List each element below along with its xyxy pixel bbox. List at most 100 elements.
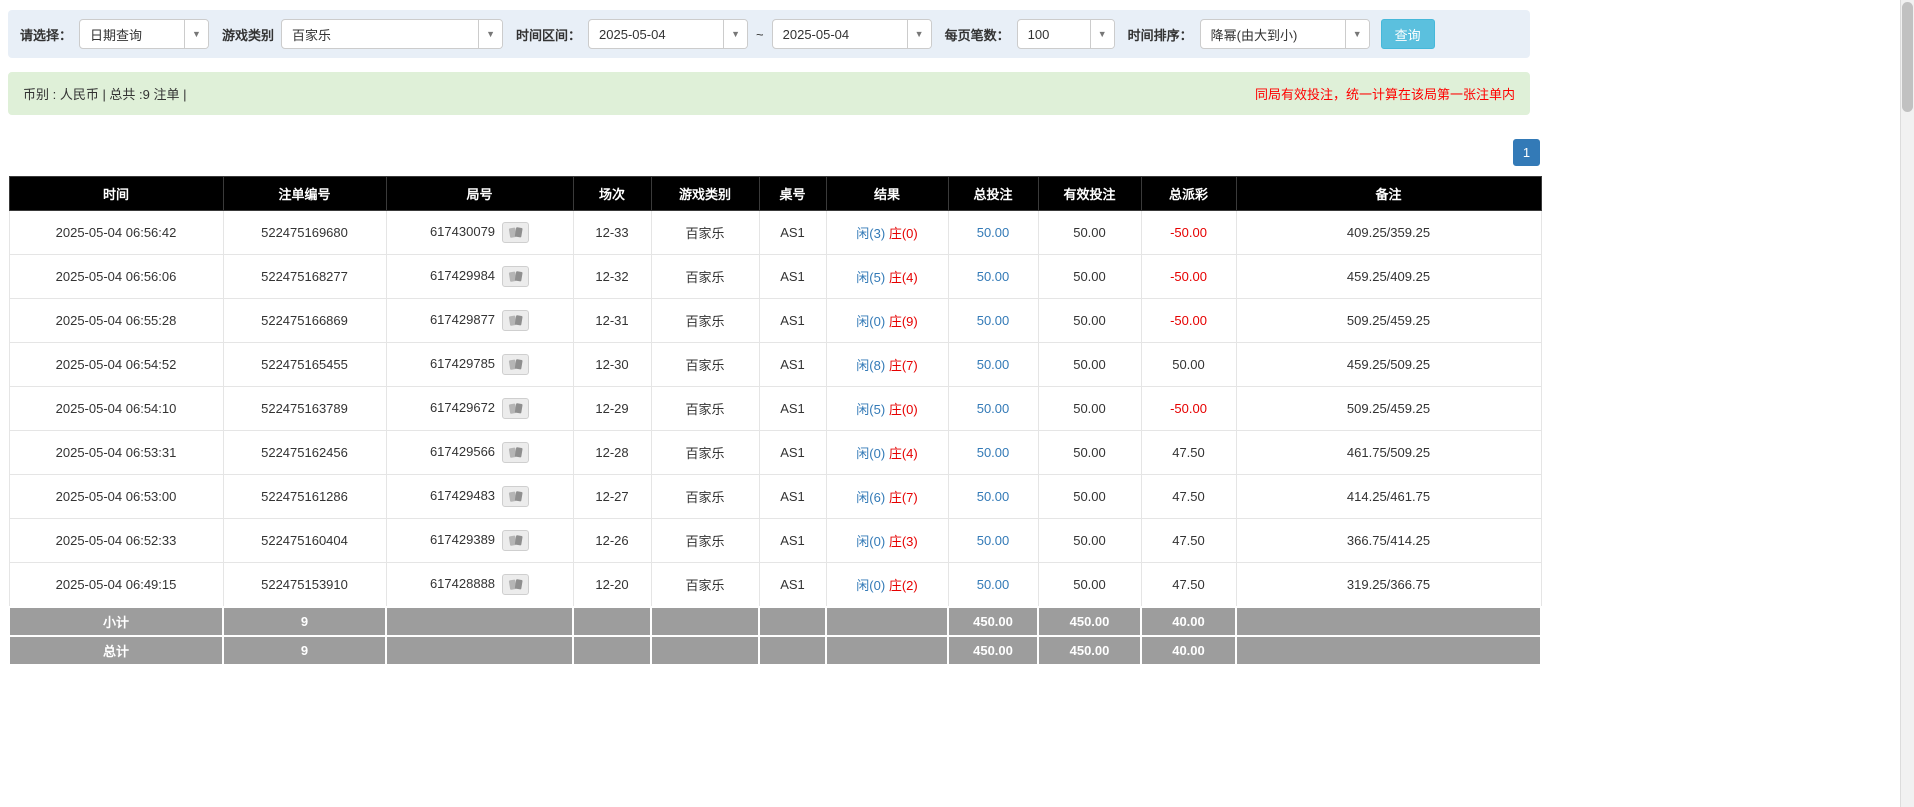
total-row: 总计 9 450.00 450.00 40.00 xyxy=(9,636,1541,665)
subtotal-empty-cell xyxy=(1236,607,1541,636)
cell-table-no: AS1 xyxy=(759,255,826,299)
subtotal-count: 9 xyxy=(223,607,386,636)
total-bet-link[interactable]: 50.00 xyxy=(977,225,1010,240)
table-header-row: 时间注单编号局号场次游戏类别桌号结果总投注有效投注总派彩备注 xyxy=(9,177,1541,211)
cards-icon[interactable] xyxy=(502,486,529,507)
time-sort-dropdown[interactable]: 降幂(由大到小) ▼ xyxy=(1200,19,1370,49)
valid-bet-notice: 同局有效投注，统一计算在该局第一张注单内 xyxy=(1255,84,1515,103)
cards-icon[interactable] xyxy=(502,310,529,331)
chevron-down-icon: ▼ xyxy=(1090,20,1114,48)
cell-total-bet: 50.00 xyxy=(948,343,1038,387)
total-bet-link[interactable]: 50.00 xyxy=(977,577,1010,592)
subtotal-total-bet: 450.00 xyxy=(948,607,1038,636)
query-button[interactable]: 查询 xyxy=(1381,19,1435,49)
cell-bet-id: 522475163789 xyxy=(223,387,386,431)
cell-game-type: 百家乐 xyxy=(651,343,759,387)
column-header: 结果 xyxy=(826,177,948,211)
cards-icon[interactable] xyxy=(502,354,529,375)
vertical-scrollbar[interactable] xyxy=(1900,0,1914,807)
cards-icon[interactable] xyxy=(502,398,529,419)
cell-game-type: 百家乐 xyxy=(651,431,759,475)
date-to-dropdown[interactable]: 2025-05-04 ▼ xyxy=(772,19,932,49)
cell-total-bet: 50.00 xyxy=(948,431,1038,475)
cell-valid-bet: 50.00 xyxy=(1038,475,1141,519)
total-bet-link[interactable]: 50.00 xyxy=(977,313,1010,328)
total-bet-link[interactable]: 50.00 xyxy=(977,489,1010,504)
column-header: 总派彩 xyxy=(1141,177,1236,211)
scrollbar-thumb[interactable] xyxy=(1902,2,1913,112)
cell-time: 2025-05-04 06:56:06 xyxy=(9,255,223,299)
cell-round-id: 617429877 xyxy=(386,299,573,343)
cards-icon[interactable] xyxy=(502,442,529,463)
cell-time: 2025-05-04 06:54:10 xyxy=(9,387,223,431)
page-content: 请选择： 日期查询 ▼ 游戏类别 百家乐 ▼ 时间区间： 2025-05-04 … xyxy=(0,0,1540,666)
cards-icon-glyph xyxy=(508,358,524,371)
table-row: 2025-05-04 06:56:06522475168277617429984… xyxy=(9,255,1541,299)
total-empty-cell xyxy=(1236,636,1541,665)
game-category-value: 百家乐 xyxy=(282,20,478,48)
cell-table-no: AS1 xyxy=(759,211,826,255)
cell-result: 闲(0) 庄(4) xyxy=(826,431,948,475)
cell-payout: 50.00 xyxy=(1141,343,1236,387)
table-row: 2025-05-04 06:56:42522475169680617430079… xyxy=(9,211,1541,255)
total-bet-link[interactable]: 50.00 xyxy=(977,445,1010,460)
cards-icon-glyph xyxy=(508,490,524,503)
column-header: 局号 xyxy=(386,177,573,211)
cards-icon[interactable] xyxy=(502,574,529,595)
total-bet-link[interactable]: 50.00 xyxy=(977,269,1010,284)
query-type-dropdown[interactable]: 日期查询 ▼ xyxy=(79,19,209,49)
round-id-text: 617429877 xyxy=(430,312,495,327)
game-category-dropdown[interactable]: 百家乐 ▼ xyxy=(281,19,503,49)
total-bet-link[interactable]: 50.00 xyxy=(977,533,1010,548)
cell-bet-id: 522475166869 xyxy=(223,299,386,343)
result-player: 闲(8) xyxy=(856,358,885,373)
cards-icon[interactable] xyxy=(502,266,529,287)
cell-remark: 509.25/459.25 xyxy=(1236,387,1541,431)
cell-payout: 47.50 xyxy=(1141,475,1236,519)
query-type-value: 日期查询 xyxy=(80,20,184,48)
chevron-down-icon: ▼ xyxy=(723,20,747,48)
cards-icon[interactable] xyxy=(502,222,529,243)
cell-result: 闲(0) 庄(9) xyxy=(826,299,948,343)
cell-time: 2025-05-04 06:55:28 xyxy=(9,299,223,343)
cell-table-no: AS1 xyxy=(759,299,826,343)
pagination: 1 xyxy=(8,139,1540,166)
subtotal-empty-cell xyxy=(759,607,826,636)
date-from-dropdown[interactable]: 2025-05-04 ▼ xyxy=(588,19,748,49)
total-bet-link[interactable]: 50.00 xyxy=(977,401,1010,416)
table-row: 2025-05-04 06:53:31522475162456617429566… xyxy=(9,431,1541,475)
result-player: 闲(0) xyxy=(856,446,885,461)
total-label: 总计 xyxy=(9,636,223,665)
cards-icon-glyph xyxy=(508,534,524,547)
cards-icon-glyph xyxy=(508,402,524,415)
cards-icon-glyph xyxy=(508,578,524,591)
total-payout: 40.00 xyxy=(1141,636,1236,665)
cards-icon-glyph xyxy=(508,446,524,459)
page-button-1[interactable]: 1 xyxy=(1513,139,1540,166)
result-player: 闲(3) xyxy=(856,226,885,241)
cell-game-type: 百家乐 xyxy=(651,519,759,563)
cell-session: 12-27 xyxy=(573,475,651,519)
cell-payout: 47.50 xyxy=(1141,563,1236,607)
cards-icon[interactable] xyxy=(502,530,529,551)
subtotal-empty-cell xyxy=(573,607,651,636)
cell-round-id: 617429566 xyxy=(386,431,573,475)
cell-session: 12-32 xyxy=(573,255,651,299)
cell-time: 2025-05-04 06:53:31 xyxy=(9,431,223,475)
cell-bet-id: 522475162456 xyxy=(223,431,386,475)
cell-result: 闲(5) 庄(0) xyxy=(826,387,948,431)
cell-round-id: 617428888 xyxy=(386,563,573,607)
per-page-dropdown[interactable]: 100 ▼ xyxy=(1017,19,1115,49)
table-row: 2025-05-04 06:52:33522475160404617429389… xyxy=(9,519,1541,563)
cell-remark: 366.75/414.25 xyxy=(1236,519,1541,563)
cell-payout: -50.00 xyxy=(1141,387,1236,431)
result-banker: 庄(3) xyxy=(889,534,918,549)
cell-session: 12-29 xyxy=(573,387,651,431)
cell-session: 12-31 xyxy=(573,299,651,343)
round-id-text: 617429785 xyxy=(430,356,495,371)
cell-valid-bet: 50.00 xyxy=(1038,255,1141,299)
column-header: 场次 xyxy=(573,177,651,211)
round-id-text: 617429984 xyxy=(430,268,495,283)
total-bet-link[interactable]: 50.00 xyxy=(977,357,1010,372)
cell-total-bet: 50.00 xyxy=(948,519,1038,563)
